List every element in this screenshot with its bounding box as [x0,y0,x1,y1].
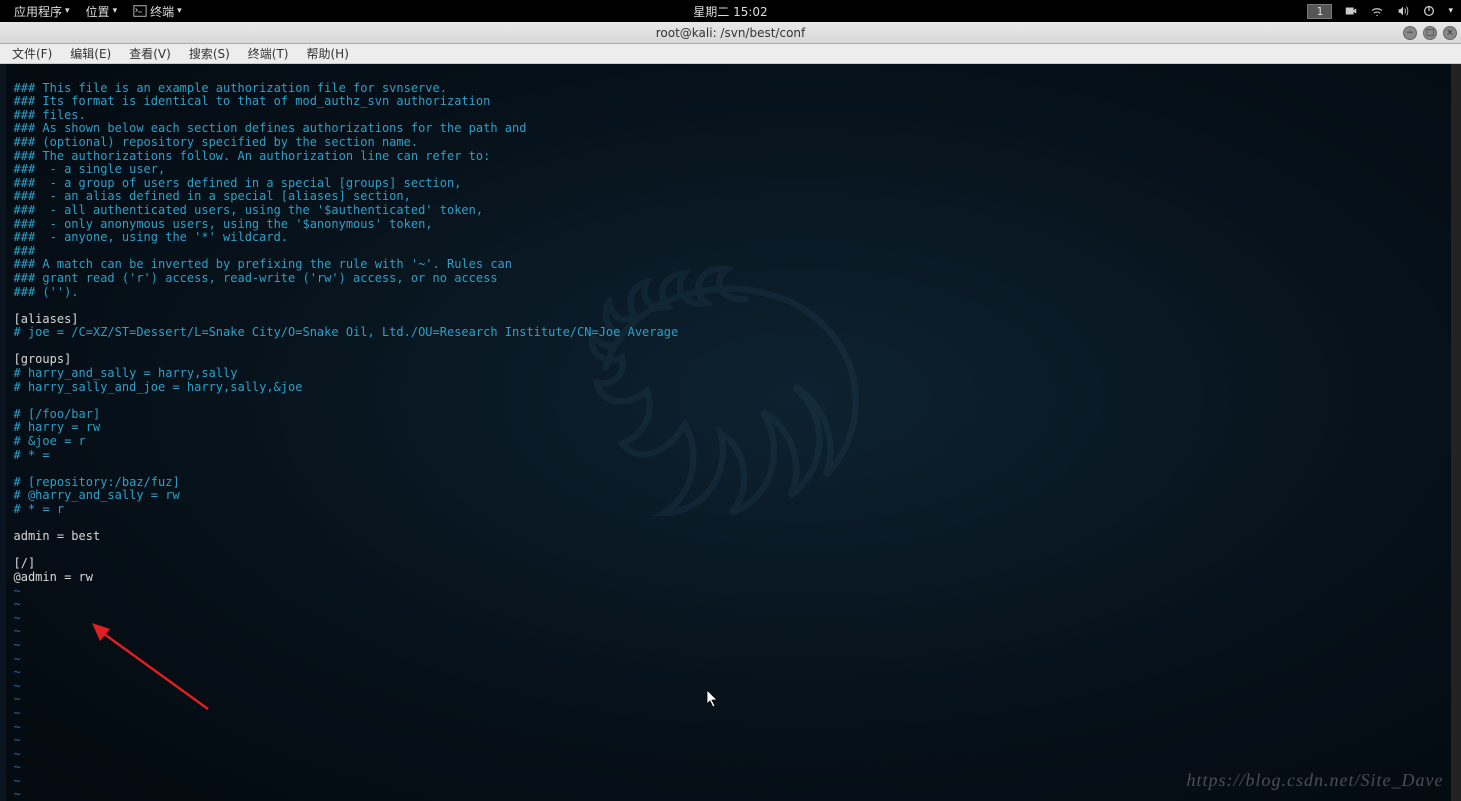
clock[interactable]: 星期二 15:02 [693,3,767,20]
applications-menu[interactable]: 应用程序 ▾ [8,1,76,22]
menu-search[interactable]: 搜索(S) [185,43,234,64]
watermark: https://blog.csdn.net/Site_Dave [1187,770,1444,791]
code-line: ### The authorizations follow. An author… [14,149,491,163]
menu-bar: 文件(F) 编辑(E) 查看(V) 搜索(S) 终端(T) 帮助(H) [0,44,1461,64]
workspace-indicator[interactable]: 1 [1307,4,1332,19]
code-line: # @harry_and_sally = rw [14,488,180,502]
volume-icon[interactable] [1396,4,1410,18]
vim-tilde: ~ [14,774,21,788]
code-line: ### [14,244,36,258]
top-panel: 应用程序 ▾ 位置 ▾ 终端 ▾ 星期二 15:02 1 ▾ [0,0,1461,22]
code-line: # &joe = r [14,434,86,448]
panel-right: 1 ▾ [1307,4,1453,19]
code-line: ### Its format is identical to that of m… [14,94,491,108]
vim-tilde: ~ [14,611,21,625]
chevron-down-icon: ▾ [113,6,118,16]
vim-tilde: ~ [14,679,21,693]
code-line: # [/foo/bar] [14,407,101,421]
terminal-launcher[interactable]: 终端 ▾ [127,1,188,22]
editor-content: ### This file is an example authorizatio… [6,64,1456,801]
places-label: 位置 [86,3,110,20]
code-line: ### files. [14,108,86,122]
menu-help[interactable]: 帮助(H) [303,43,353,64]
network-icon[interactable] [1370,4,1384,18]
vim-tilde: ~ [14,706,21,720]
code-line: ### - anyone, using the '*' wildcard. [14,230,289,244]
chevron-down-icon: ▾ [177,6,182,16]
code-line: ### - a group of users defined in a spec… [14,176,462,190]
panel-left: 应用程序 ▾ 位置 ▾ 终端 ▾ [8,1,188,22]
vim-tilde: ~ [14,747,21,761]
code-line: # * = [14,448,50,462]
minimize-button[interactable]: − [1403,26,1417,40]
workspace-number: 1 [1316,5,1323,18]
code-line: ### This file is an example authorizatio… [14,81,447,95]
code-line: ### - only anonymous users, using the '$… [14,217,433,231]
code-line: ### grant read ('r') access, read-write … [14,271,498,285]
terminal-label: 终端 [150,3,174,20]
window-title: root@kali: /svn/best/conf [656,26,806,40]
vim-tilde: ~ [14,652,21,666]
code-line: # joe = /C=XZ/ST=Dessert/L=Snake City/O=… [14,325,679,339]
vim-tilde: ~ [14,787,21,801]
code-line: ### - an alias defined in a special [ali… [14,189,411,203]
window-controls: − □ × [1403,26,1457,40]
vim-tilde: ~ [14,665,21,679]
vim-tilde: ~ [14,638,21,652]
code-line: ### (''). [14,285,79,299]
screen-recorder-icon[interactable] [1344,4,1358,18]
applications-label: 应用程序 [14,3,62,20]
terminal-icon [133,4,147,18]
code-line: [aliases] [14,312,79,326]
power-icon[interactable] [1422,4,1436,18]
code-line: # harry_and_sally = harry,sally [14,366,238,380]
menu-view[interactable]: 查看(V) [125,43,175,64]
menu-edit[interactable]: 编辑(E) [66,43,115,64]
code-line: # harry = rw [14,420,101,434]
maximize-button[interactable]: □ [1423,26,1437,40]
code-line: ### A match can be inverted by prefixing… [14,257,513,271]
code-line: @admin = rw [14,570,93,584]
vim-tilde: ~ [14,760,21,774]
menu-terminal[interactable]: 终端(T) [244,43,293,64]
code-line: ### As shown below each section defines … [14,121,527,135]
code-line: ### (optional) repository specified by t… [14,135,419,149]
vim-tilde: ~ [14,624,21,638]
terminal-pane[interactable]: ### This file is an example authorizatio… [6,64,1456,801]
places-menu[interactable]: 位置 ▾ [80,1,124,22]
chevron-down-icon: ▾ [65,6,70,16]
code-line: [/] [14,556,36,570]
code-line: # harry_sally_and_joe = harry,sally,&joe [14,380,303,394]
code-line: # * = r [14,502,65,516]
vim-tilde: ~ [14,692,21,706]
vim-tilde: ~ [14,720,21,734]
vim-tilde: ~ [14,733,21,747]
code-line: ### - a single user, [14,162,166,176]
window-titlebar: root@kali: /svn/best/conf − □ × [0,22,1461,44]
chevron-down-icon: ▾ [1448,6,1453,16]
vertical-scrollbar[interactable] [1451,64,1461,801]
code-line: # [repository:/baz/fuz] [14,475,180,489]
menu-file[interactable]: 文件(F) [8,43,56,64]
vim-tilde: ~ [14,584,21,598]
code-line: [groups] [14,352,72,366]
close-button[interactable]: × [1443,26,1457,40]
clock-label: 星期二 15:02 [693,5,767,19]
code-line: admin = best [14,529,101,543]
code-line: ### - all authenticated users, using the… [14,203,484,217]
vim-tilde: ~ [14,597,21,611]
